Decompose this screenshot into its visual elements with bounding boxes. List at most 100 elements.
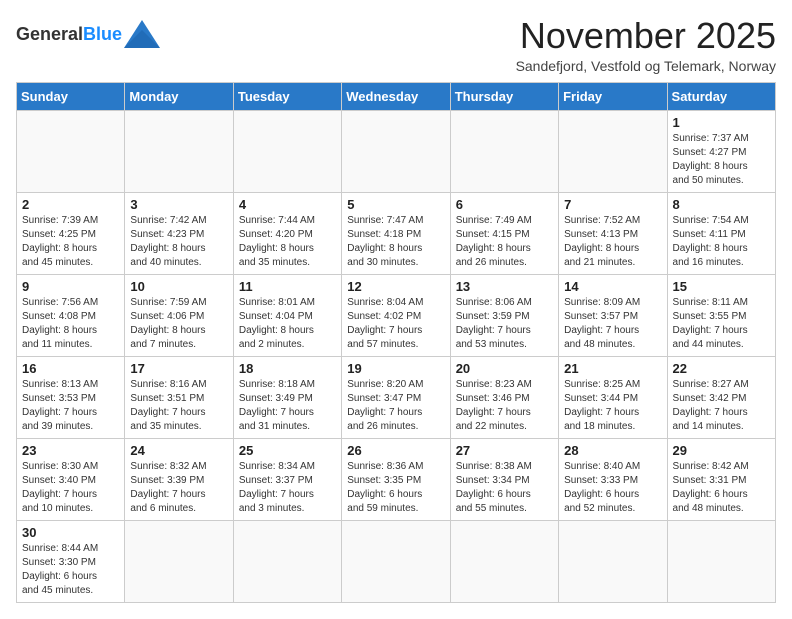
day-info: Sunrise: 8:42 AM Sunset: 3:31 PM Dayligh… [673, 460, 770, 516]
day-info: Sunrise: 7:42 AM Sunset: 4:23 PM Dayligh… [130, 214, 227, 270]
calendar-cell: 10 Sunrise: 7:59 AM Sunset: 4:06 PM Dayli… [125, 274, 233, 356]
day-number: 9 [22, 279, 119, 294]
calendar-cell: 18Sunrise: 8:18 AM Sunset: 3:49 PM Dayli… [233, 356, 341, 438]
day-info: Sunrise: 8:27 AM Sunset: 3:42 PM Dayligh… [673, 378, 770, 434]
calendar-cell [125, 520, 233, 602]
calendar-cell: 5Sunrise: 7:47 AM Sunset: 4:18 PM Daylig… [342, 192, 450, 274]
day-header-sunday: Sunday [17, 82, 125, 110]
logo: GeneralBlue [16, 20, 160, 48]
day-number: 3 [130, 197, 227, 212]
day-number: 1 [673, 115, 770, 130]
calendar-cell: 12 Sunrise: 8:04 AM Sunset: 4:02 PM Dayli… [342, 274, 450, 356]
day-info: Sunrise: 8:09 AM Sunset: 3:57 PM Dayligh… [564, 296, 661, 352]
day-info: Sunrise: 8:04 AM Sunset: 4:02 PM Dayligh… [347, 296, 444, 352]
day-info: Sunrise: 8:16 AM Sunset: 3:51 PM Dayligh… [130, 378, 227, 434]
day-info: Sunrise: 7:44 AM Sunset: 4:20 PM Dayligh… [239, 214, 336, 270]
day-info: Sunrise: 7:52 AM Sunset: 4:13 PM Dayligh… [564, 214, 661, 270]
day-number: 26 [347, 443, 444, 458]
calendar-week-row: 23Sunrise: 8:30 AM Sunset: 3:40 PM Dayli… [17, 438, 776, 520]
calendar-cell: 6 Sunrise: 7:49 AM Sunset: 4:15 PM Daylig… [450, 192, 558, 274]
calendar-cell: 26 Sunrise: 8:36 AM Sunset: 3:35 PM Dayli… [342, 438, 450, 520]
calendar-cell: 24 Sunrise: 8:32 AM Sunset: 3:39 PM Dayli… [125, 438, 233, 520]
calendar-cell: 20Sunrise: 8:23 AM Sunset: 3:46 PM Dayli… [450, 356, 558, 438]
day-number: 7 [564, 197, 661, 212]
day-header-thursday: Thursday [450, 82, 558, 110]
day-info: Sunrise: 8:32 AM Sunset: 3:39 PM Dayligh… [130, 460, 227, 516]
calendar-week-row: 1 Sunrise: 7:37 AM Sunset: 4:27 PM Daylig… [17, 110, 776, 192]
calendar-cell: 11Sunrise: 8:01 AM Sunset: 4:04 PM Dayli… [233, 274, 341, 356]
day-header-tuesday: Tuesday [233, 82, 341, 110]
day-number: 18 [239, 361, 336, 376]
calendar-cell: 27Sunrise: 8:38 AM Sunset: 3:34 PM Dayli… [450, 438, 558, 520]
day-number: 13 [456, 279, 553, 294]
calendar-week-row: 2 Sunrise: 7:39 AM Sunset: 4:25 PM Daylig… [17, 192, 776, 274]
day-info: Sunrise: 8:06 AM Sunset: 3:59 PM Dayligh… [456, 296, 553, 352]
day-info: Sunrise: 8:11 AM Sunset: 3:55 PM Dayligh… [673, 296, 770, 352]
calendar-cell: 7 Sunrise: 7:52 AM Sunset: 4:13 PM Daylig… [559, 192, 667, 274]
day-number: 19 [347, 361, 444, 376]
calendar-cell [559, 520, 667, 602]
calendar-cell: 8Sunrise: 7:54 AM Sunset: 4:11 PM Daylig… [667, 192, 775, 274]
day-number: 30 [22, 525, 119, 540]
day-info: Sunrise: 8:20 AM Sunset: 3:47 PM Dayligh… [347, 378, 444, 434]
calendar-cell: 1 Sunrise: 7:37 AM Sunset: 4:27 PM Daylig… [667, 110, 775, 192]
calendar-week-row: 9 Sunrise: 7:56 AM Sunset: 4:08 PM Daylig… [17, 274, 776, 356]
day-info: Sunrise: 8:40 AM Sunset: 3:33 PM Dayligh… [564, 460, 661, 516]
day-info: Sunrise: 7:39 AM Sunset: 4:25 PM Dayligh… [22, 214, 119, 270]
day-info: Sunrise: 8:34 AM Sunset: 3:37 PM Dayligh… [239, 460, 336, 516]
day-number: 5 [347, 197, 444, 212]
day-info: Sunrise: 7:54 AM Sunset: 4:11 PM Dayligh… [673, 214, 770, 270]
day-number: 24 [130, 443, 227, 458]
day-header-wednesday: Wednesday [342, 82, 450, 110]
day-number: 2 [22, 197, 119, 212]
calendar-cell: 29Sunrise: 8:42 AM Sunset: 3:31 PM Dayli… [667, 438, 775, 520]
day-header-monday: Monday [125, 82, 233, 110]
calendar-cell [233, 110, 341, 192]
day-number: 21 [564, 361, 661, 376]
calendar-cell: 2 Sunrise: 7:39 AM Sunset: 4:25 PM Daylig… [17, 192, 125, 274]
day-info: Sunrise: 8:36 AM Sunset: 3:35 PM Dayligh… [347, 460, 444, 516]
calendar-table: SundayMondayTuesdayWednesdayThursdayFrid… [16, 82, 776, 603]
calendar-cell [342, 110, 450, 192]
calendar-cell: 15 Sunrise: 8:11 AM Sunset: 3:55 PM Dayli… [667, 274, 775, 356]
day-number: 16 [22, 361, 119, 376]
calendar-header-row: SundayMondayTuesdayWednesdayThursdayFrid… [17, 82, 776, 110]
logo-text: GeneralBlue [16, 24, 122, 45]
logo-blue: Blue [83, 24, 122, 44]
day-number: 4 [239, 197, 336, 212]
logo-general: General [16, 24, 83, 44]
day-number: 25 [239, 443, 336, 458]
calendar-cell [450, 110, 558, 192]
day-number: 15 [673, 279, 770, 294]
calendar-cell: 28Sunrise: 8:40 AM Sunset: 3:33 PM Dayli… [559, 438, 667, 520]
calendar-cell: 22 Sunrise: 8:27 AM Sunset: 3:42 PM Dayli… [667, 356, 775, 438]
day-info: Sunrise: 7:59 AM Sunset: 4:06 PM Dayligh… [130, 296, 227, 352]
calendar-cell: 14Sunrise: 8:09 AM Sunset: 3:57 PM Dayli… [559, 274, 667, 356]
day-info: Sunrise: 8:44 AM Sunset: 3:30 PM Dayligh… [22, 542, 119, 598]
calendar-cell: 9 Sunrise: 7:56 AM Sunset: 4:08 PM Daylig… [17, 274, 125, 356]
calendar-cell [17, 110, 125, 192]
calendar-cell: 21Sunrise: 8:25 AM Sunset: 3:44 PM Dayli… [559, 356, 667, 438]
day-number: 10 [130, 279, 227, 294]
day-number: 6 [456, 197, 553, 212]
day-info: Sunrise: 8:38 AM Sunset: 3:34 PM Dayligh… [456, 460, 553, 516]
day-number: 22 [673, 361, 770, 376]
page-header: GeneralBlue November 2025 Sandefjord, Ve… [16, 16, 776, 74]
calendar-cell: 4 Sunrise: 7:44 AM Sunset: 4:20 PM Daylig… [233, 192, 341, 274]
calendar-cell: 3 Sunrise: 7:42 AM Sunset: 4:23 PM Daylig… [125, 192, 233, 274]
day-number: 12 [347, 279, 444, 294]
day-info: Sunrise: 7:49 AM Sunset: 4:15 PM Dayligh… [456, 214, 553, 270]
day-info: Sunrise: 8:30 AM Sunset: 3:40 PM Dayligh… [22, 460, 119, 516]
day-info: Sunrise: 8:01 AM Sunset: 4:04 PM Dayligh… [239, 296, 336, 352]
calendar-cell: 30 Sunrise: 8:44 AM Sunset: 3:30 PM Dayli… [17, 520, 125, 602]
day-header-saturday: Saturday [667, 82, 775, 110]
logo-icon [124, 20, 160, 48]
calendar-cell [450, 520, 558, 602]
day-number: 20 [456, 361, 553, 376]
day-info: Sunrise: 7:37 AM Sunset: 4:27 PM Dayligh… [673, 132, 770, 188]
calendar-cell [233, 520, 341, 602]
day-number: 17 [130, 361, 227, 376]
calendar-cell: 16Sunrise: 8:13 AM Sunset: 3:53 PM Dayli… [17, 356, 125, 438]
day-info: Sunrise: 7:56 AM Sunset: 4:08 PM Dayligh… [22, 296, 119, 352]
calendar-week-row: 16Sunrise: 8:13 AM Sunset: 3:53 PM Dayli… [17, 356, 776, 438]
